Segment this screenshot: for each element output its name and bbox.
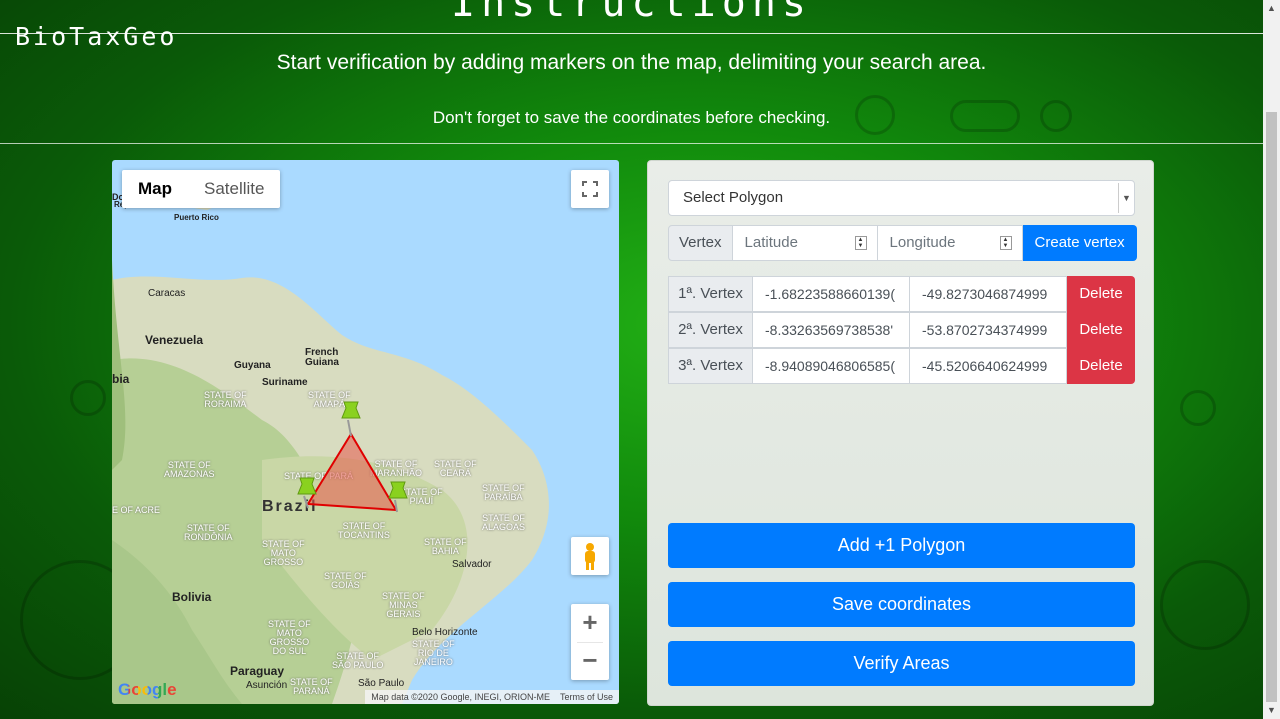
add-polygon-button[interactable]: Add +1 Polygon bbox=[668, 523, 1135, 568]
latitude-input[interactable]: Latitude ▲ ▼ bbox=[732, 225, 878, 261]
longitude-input[interactable]: Longitude ▲ ▼ bbox=[877, 225, 1023, 261]
scroll-up-icon[interactable]: ▲ bbox=[1263, 0, 1280, 17]
vertex-latitude[interactable]: -8.33263569738538' bbox=[753, 312, 910, 348]
background-doodle bbox=[1180, 390, 1216, 426]
save-coordinates-button[interactable]: Save coordinates bbox=[668, 582, 1135, 627]
street-view-button[interactable] bbox=[571, 537, 609, 575]
map-type-control: Map Satellite bbox=[122, 170, 281, 208]
pegman-icon bbox=[585, 543, 595, 570]
vertex-addon-label: Vertex bbox=[668, 225, 733, 261]
google-logo[interactable]: Google bbox=[118, 680, 177, 700]
brand-logo[interactable]: BioTaxGeo bbox=[15, 22, 177, 51]
verify-areas-button[interactable]: Verify Areas bbox=[668, 641, 1135, 686]
polygon-panel: Select Polygon ▼ Vertex Latitude ▲ ▼ Long… bbox=[647, 160, 1154, 706]
map-attribution: Map data ©2020 Google, INEGI, ORION-ME T… bbox=[365, 690, 619, 704]
fullscreen-icon bbox=[582, 181, 598, 197]
page-scrollbar[interactable]: ▲ ▼ bbox=[1263, 0, 1280, 719]
vertex-row: 2ª. Vertex -8.33263569738538' -53.870273… bbox=[668, 312, 1135, 348]
vertex-label: 3ª. Vertex bbox=[668, 348, 753, 384]
scroll-down-icon[interactable]: ▼ bbox=[1263, 702, 1280, 719]
vertex-row: 1ª. Vertex -1.68223588660139( -49.827304… bbox=[668, 276, 1135, 312]
terms-link[interactable]: Terms of Use bbox=[560, 692, 613, 702]
google-logo-text: Google bbox=[118, 680, 177, 699]
header-divider bbox=[0, 33, 1263, 34]
zoom-separator bbox=[577, 642, 603, 643]
map-view[interactable]: Do Republic Puerto Rico Caracas Venezuel… bbox=[112, 160, 619, 704]
vertex-input-row: Vertex Latitude ▲ ▼ Longitude ▲ ▼ Create v… bbox=[668, 225, 1137, 261]
map-type-map-button[interactable]: Map bbox=[122, 170, 188, 208]
map-data-credit: Map data ©2020 Google, INEGI, ORION-ME bbox=[371, 692, 550, 702]
delete-vertex-button[interactable]: Delete bbox=[1067, 312, 1135, 348]
polygon-shape bbox=[306, 432, 398, 512]
section-divider bbox=[0, 143, 1263, 144]
spinner-icon[interactable]: ▲ ▼ bbox=[999, 236, 1012, 250]
chevron-down-icon: ▼ bbox=[1118, 183, 1134, 213]
background-doodle bbox=[1160, 560, 1250, 650]
zoom-control: + − bbox=[571, 604, 609, 680]
scrollbar-thumb[interactable] bbox=[1266, 112, 1277, 702]
marker-1 bbox=[341, 401, 361, 437]
vertex-latitude[interactable]: -1.68223588660139( bbox=[753, 276, 910, 312]
zoom-in-button[interactable]: + bbox=[571, 604, 609, 642]
fullscreen-button[interactable] bbox=[571, 170, 609, 208]
vertex-list: 1ª. Vertex -1.68223588660139( -49.827304… bbox=[668, 276, 1135, 384]
instructions-note: Don't forget to save the coordinates bef… bbox=[432, 108, 831, 127]
vertex-longitude[interactable]: -45.5206640624999 bbox=[910, 348, 1067, 384]
vertex-row: 3ª. Vertex -8.94089046806585( -45.520664… bbox=[668, 348, 1135, 384]
latitude-placeholder: Latitude bbox=[744, 234, 798, 251]
delete-vertex-button[interactable]: Delete bbox=[1067, 348, 1135, 384]
polygon-select-value: Select Polygon bbox=[683, 189, 784, 206]
vertex-latitude[interactable]: -8.94089046806585( bbox=[753, 348, 910, 384]
vertex-longitude[interactable]: -53.8702734374999 bbox=[910, 312, 1067, 348]
vertex-longitude[interactable]: -49.8273046874999 bbox=[910, 276, 1067, 312]
delete-vertex-button[interactable]: Delete bbox=[1067, 276, 1135, 312]
polygon-overlay[interactable] bbox=[112, 160, 619, 704]
zoom-out-button[interactable]: − bbox=[571, 642, 609, 680]
polygon-select[interactable]: Select Polygon ▼ bbox=[668, 180, 1135, 216]
create-vertex-button[interactable]: Create vertex bbox=[1022, 225, 1137, 261]
background-doodle bbox=[70, 380, 106, 416]
vertex-label: 1ª. Vertex bbox=[668, 276, 753, 312]
page-title: Instructions bbox=[451, 0, 812, 26]
map-type-satellite-button[interactable]: Satellite bbox=[188, 170, 280, 208]
instructions-subtitle: Start verification by adding markers on … bbox=[276, 51, 987, 74]
vertex-label: 2ª. Vertex bbox=[668, 312, 753, 348]
longitude-placeholder: Longitude bbox=[889, 234, 956, 251]
spinner-icon[interactable]: ▲ ▼ bbox=[854, 236, 867, 250]
